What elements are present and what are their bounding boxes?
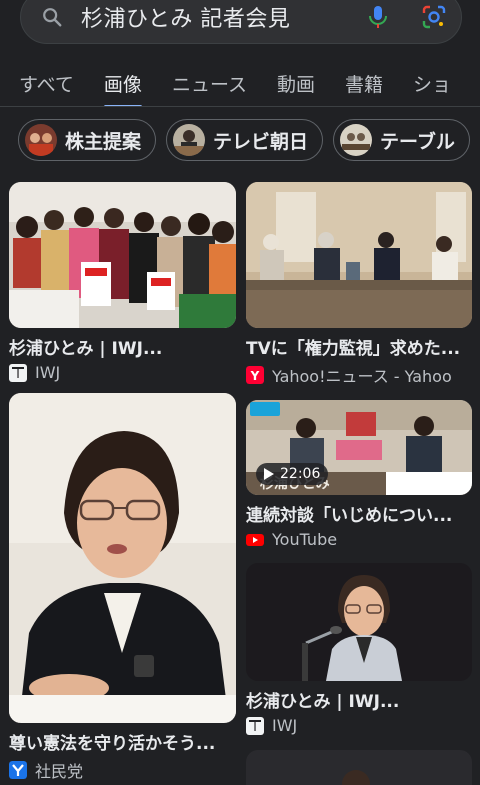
- google-lens-icon[interactable]: [421, 4, 447, 30]
- result-image-partial: [246, 750, 472, 785]
- result-image[interactable]: [9, 393, 236, 723]
- result-source[interactable]: I IWJ: [246, 716, 472, 735]
- result-image[interactable]: 杉浦ひとみ 22:06: [246, 400, 472, 495]
- result-title[interactable]: 尊い憲法を守り活かそう...: [9, 729, 236, 754]
- chip-label: テーブル: [380, 130, 455, 153]
- image-result-1[interactable]: 杉浦ひとみ | IWJ... I IWJ: [9, 182, 236, 382]
- youtube-icon: [246, 533, 264, 546]
- group-photo-image: [9, 182, 236, 328]
- tab-news[interactable]: ニュース: [172, 62, 247, 106]
- iwj-icon: I: [246, 716, 264, 735]
- image-result-4[interactable]: 杉浦ひとみ 22:06 連続対談「いじめについ... YouTube: [246, 400, 472, 549]
- result-title[interactable]: 杉浦ひとみ | IWJ...: [246, 687, 472, 712]
- tab-all[interactable]: すべて: [19, 62, 74, 106]
- result-image[interactable]: [9, 182, 236, 328]
- chip-label: テレビ朝日: [213, 130, 309, 153]
- result-source[interactable]: Y Yahoo!ニュース - Yahoo: [246, 363, 472, 387]
- result-image[interactable]: [246, 182, 472, 328]
- speaker-mic-image: [246, 563, 472, 681]
- tab-divider: [0, 106, 480, 107]
- source-name: IWJ: [272, 716, 298, 735]
- speaker-portrait-image: [9, 393, 236, 723]
- chip-thumbnail: [25, 124, 57, 156]
- chip-shareholder-proposal[interactable]: 株主提案: [18, 119, 157, 161]
- tab-shopping[interactable]: ショ: [413, 62, 451, 106]
- svg-text:Y: Y: [250, 369, 260, 383]
- source-name: Yahoo!ニュース - Yahoo: [272, 367, 452, 386]
- result-title[interactable]: 連続対談「いじめについ...: [246, 501, 472, 526]
- svg-text:I: I: [16, 367, 20, 381]
- source-name: IWJ: [35, 363, 61, 382]
- image-result-3[interactable]: 尊い憲法を守り活かそう... 社民党: [9, 393, 236, 782]
- chip-tv-asahi[interactable]: テレビ朝日: [166, 119, 324, 161]
- result-source[interactable]: 社民党: [9, 758, 236, 782]
- image-result-5[interactable]: 杉浦ひとみ | IWJ... I IWJ: [246, 563, 472, 735]
- image-result-2[interactable]: TVに「権力監視」求めた... Y Yahoo!ニュース - Yahoo: [246, 182, 472, 387]
- result-source[interactable]: I IWJ: [9, 363, 236, 382]
- result-image[interactable]: [246, 563, 472, 681]
- chip-thumbnail: [340, 124, 373, 156]
- result-title[interactable]: 杉浦ひとみ | IWJ...: [9, 334, 236, 359]
- video-duration: 22:06: [280, 466, 321, 482]
- search-query[interactable]: 杉浦ひとみ 記者会見: [81, 1, 367, 33]
- tab-books[interactable]: 書籍: [345, 62, 383, 106]
- chip-label: 株主提案: [65, 130, 142, 153]
- press-conference-image: [246, 182, 472, 328]
- related-chips: 株主提案 テレビ朝日 テーブル: [0, 119, 480, 161]
- iwj-icon: I: [9, 363, 27, 382]
- source-name: YouTube: [272, 530, 338, 549]
- source-name: 社民党: [35, 762, 84, 781]
- tab-videos[interactable]: 動画: [277, 62, 315, 106]
- chip-table[interactable]: テーブル: [333, 119, 470, 161]
- yahoo-icon: Y: [246, 366, 264, 384]
- search-icon[interactable]: [41, 6, 63, 28]
- tab-images[interactable]: 画像: [103, 62, 142, 106]
- search-bar[interactable]: 杉浦ひとみ 記者会見: [20, 0, 462, 44]
- chip-thumbnail: [173, 124, 206, 156]
- play-icon: [264, 468, 274, 480]
- result-source[interactable]: YouTube: [246, 530, 472, 549]
- search-tabs: すべて 画像 ニュース 動画 書籍 ショ: [0, 62, 480, 106]
- video-duration-badge: 22:06: [256, 463, 329, 485]
- svg-text:I: I: [253, 720, 257, 734]
- result-title[interactable]: TVに「権力監視」求めた...: [246, 334, 472, 359]
- microphone-icon[interactable]: [367, 4, 389, 30]
- sdp-icon: [9, 761, 27, 779]
- image-result-6-partial[interactable]: [246, 750, 472, 785]
